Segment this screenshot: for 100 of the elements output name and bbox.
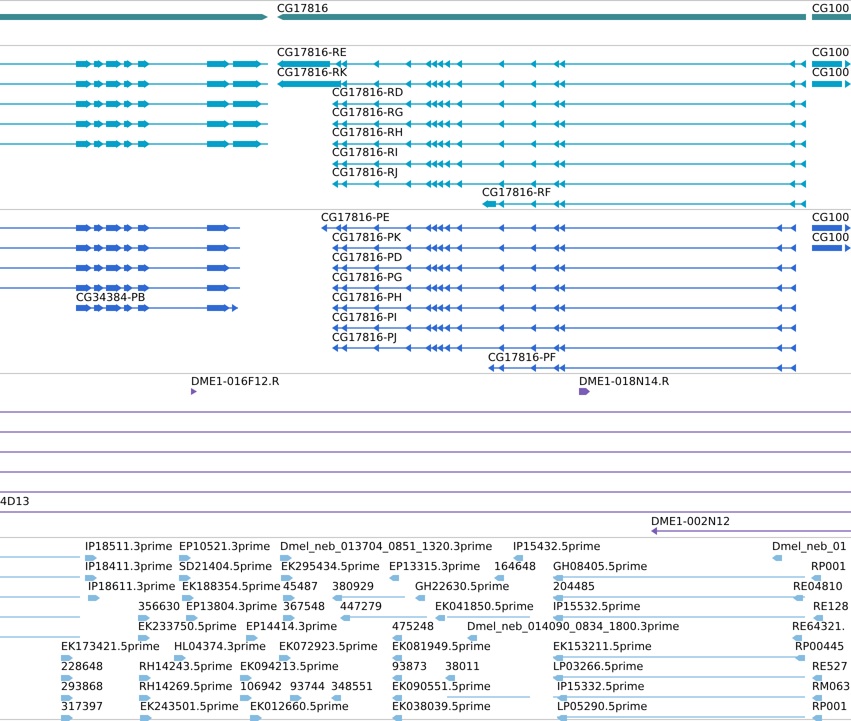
alignment-glyph[interactable] [85, 575, 97, 581]
transcript-glyph[interactable] [332, 244, 796, 252]
alignment-glyph[interactable] [182, 595, 194, 601]
alignment-glyph[interactable] [138, 615, 150, 621]
transcript-glyph[interactable] [332, 160, 806, 168]
feature-label: RE64321. [792, 620, 846, 633]
alignment-glyph[interactable] [61, 695, 73, 701]
alignment-glyph[interactable] [557, 715, 567, 721]
alignment-glyph[interactable] [140, 715, 152, 721]
transcript-glyph[interactable] [0, 80, 268, 88]
alignment-glyph[interactable] [494, 575, 504, 581]
alignment-glyph[interactable] [392, 715, 402, 721]
feature-label: EK081949.5prime [392, 640, 491, 653]
transcript-glyph[interactable] [332, 284, 796, 292]
transcript-glyph[interactable] [277, 80, 806, 88]
alignment-glyph[interactable] [283, 595, 295, 601]
alignment-glyph[interactable] [392, 695, 402, 701]
alignment-glyph[interactable] [467, 635, 477, 641]
transcript-glyph[interactable] [76, 304, 238, 312]
alignment-glyph[interactable] [812, 675, 822, 681]
transcript-glyph[interactable] [0, 60, 268, 68]
transcript-glyph[interactable] [332, 100, 806, 108]
alignment-glyph[interactable] [557, 695, 567, 701]
alignment-glyph[interactable] [240, 695, 252, 701]
alignment-glyph[interactable] [389, 575, 399, 581]
alignment-glyph[interactable] [179, 555, 191, 561]
transcript-glyph[interactable] [812, 224, 851, 232]
transcript-glyph[interactable] [0, 264, 240, 272]
transcript-glyph[interactable] [482, 200, 806, 208]
feature-label: 367548 [283, 600, 325, 613]
alignment-glyph[interactable] [392, 635, 402, 641]
alignment-glyph[interactable] [240, 675, 252, 681]
alignment-glyph[interactable] [174, 655, 186, 661]
transcript-glyph[interactable] [332, 264, 796, 272]
transcript-glyph[interactable] [0, 224, 240, 232]
alignment-glyph[interactable] [246, 635, 258, 641]
alignment-glyph[interactable] [280, 555, 292, 561]
gene-glyph[interactable] [0, 14, 851, 20]
alignment-glyph[interactable] [281, 575, 293, 581]
alignment-glyph[interactable] [415, 595, 425, 601]
alignment-glyph[interactable] [138, 635, 150, 641]
feature-label: IP18411.3prime [85, 560, 172, 573]
alignment-glyph[interactable] [553, 575, 563, 581]
alignment-glyph[interactable] [813, 615, 823, 621]
feature-label: EK072923.5prime [279, 640, 378, 653]
alignment-glyph[interactable] [250, 715, 262, 721]
alignment-glyph[interactable] [61, 655, 73, 661]
clone-glyph[interactable] [579, 388, 590, 395]
alignment-glyph[interactable] [812, 695, 822, 701]
alignment-glyph[interactable] [186, 615, 198, 621]
alignment-glyph[interactable] [88, 595, 100, 601]
alignment-glyph[interactable] [340, 615, 350, 621]
transcript-glyph[interactable] [0, 100, 268, 108]
clone-glyph[interactable] [191, 388, 197, 395]
alignment-glyph[interactable] [513, 555, 523, 561]
transcript-glyph[interactable] [332, 180, 806, 188]
transcript-glyph[interactable] [332, 140, 806, 148]
alignment-glyph[interactable] [331, 695, 341, 701]
alignment-glyph[interactable] [445, 675, 455, 681]
alignment-glyph[interactable] [392, 655, 402, 661]
feature-label: CG17816-RE [277, 46, 347, 59]
transcript-glyph[interactable] [0, 120, 268, 128]
alignment-glyph[interactable] [795, 655, 805, 661]
transcript-glyph[interactable] [812, 80, 851, 88]
alignment-glyph[interactable] [553, 675, 563, 681]
alignment-glyph[interactable] [85, 555, 97, 561]
transcript-glyph[interactable] [0, 284, 240, 292]
alignment-glyph[interactable] [793, 595, 803, 601]
alignment-glyph[interactable] [435, 615, 445, 621]
transcript-glyph[interactable] [0, 244, 240, 252]
alignment-glyph[interactable] [553, 615, 563, 621]
alignment-glyph[interactable] [392, 675, 402, 681]
alignment-glyph[interactable] [772, 555, 782, 561]
feature-label: DME1-018N14.R [579, 375, 670, 388]
transcript-glyph[interactable] [332, 120, 806, 128]
transcript-glyph[interactable] [812, 60, 851, 68]
alignment-glyph[interactable] [139, 675, 151, 681]
alignment-glyph[interactable] [139, 695, 151, 701]
transcript-glyph[interactable] [0, 140, 268, 148]
alignment-glyph[interactable] [811, 575, 821, 581]
alignment-glyph[interactable] [61, 715, 73, 721]
transcript-glyph[interactable] [332, 344, 796, 352]
clone-glyph[interactable] [651, 527, 851, 535]
alignment-glyph[interactable] [332, 595, 342, 601]
alignment-glyph[interactable] [179, 575, 191, 581]
alignment-glyph[interactable] [553, 655, 563, 661]
transcript-glyph[interactable] [321, 224, 796, 232]
alignment-glyph[interactable] [553, 595, 563, 601]
alignment-glyph[interactable] [61, 675, 73, 681]
alignment-glyph[interactable] [283, 615, 295, 621]
alignment-glyph[interactable] [812, 715, 822, 721]
alignment-glyph[interactable] [290, 695, 302, 701]
alignment-glyph[interactable] [279, 655, 291, 661]
transcript-glyph[interactable] [277, 60, 806, 68]
transcript-glyph[interactable] [488, 364, 796, 372]
transcript-glyph[interactable] [332, 304, 796, 312]
transcript-glyph[interactable] [332, 324, 796, 332]
alignment-glyph[interactable] [792, 635, 802, 641]
transcript-glyph[interactable] [812, 244, 851, 252]
feature-label: EP13315.3prime [389, 560, 480, 573]
